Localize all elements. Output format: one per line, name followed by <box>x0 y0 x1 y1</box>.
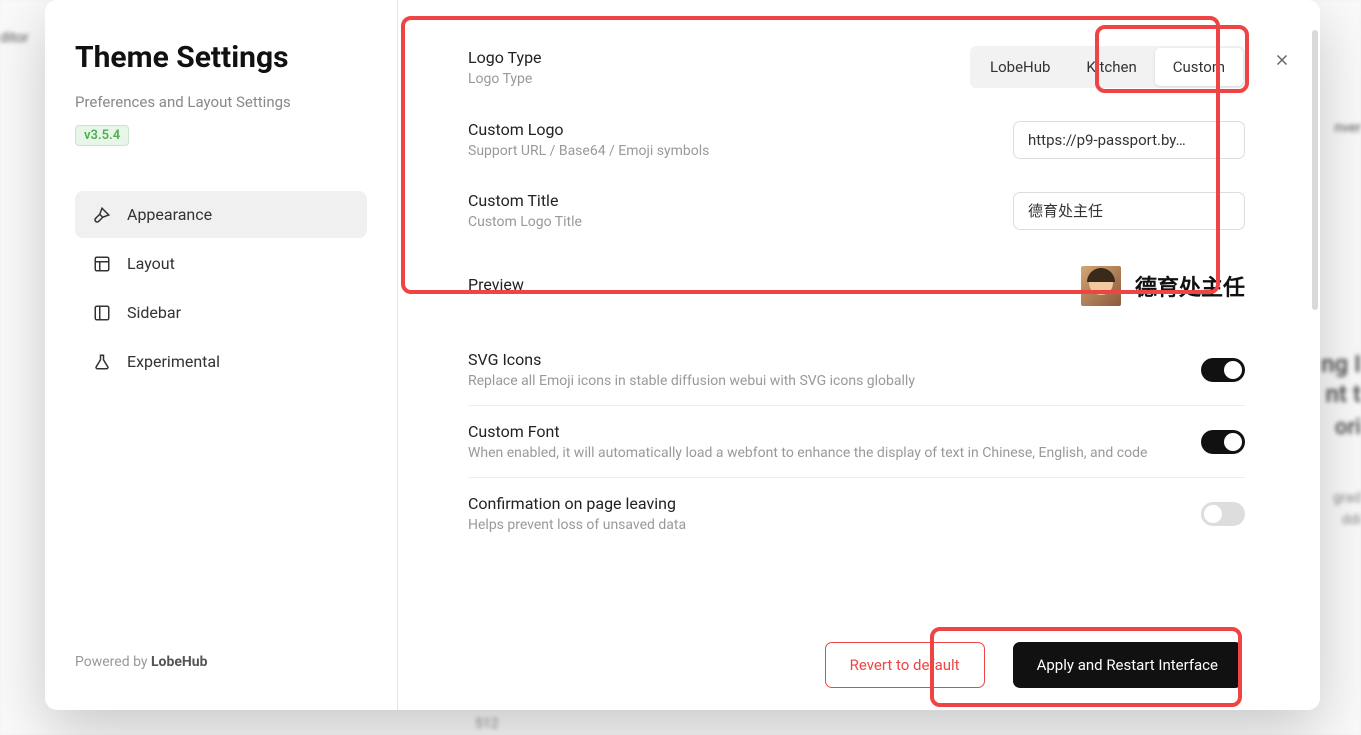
preview-content: 德育处主任 <box>1081 266 1245 306</box>
sidebar-title: Theme Settings <box>75 40 367 75</box>
setting-label: Confirmation on page leaving Helps preve… <box>468 494 1201 533</box>
close-button[interactable] <box>1270 48 1294 72</box>
setting-title: Confirmation on page leaving <box>468 494 1201 513</box>
footer-actions: Revert to default Apply and Restart Inte… <box>825 642 1242 688</box>
modal-sidebar: Theme Settings Preferences and Layout Se… <box>45 0 398 710</box>
scrollbar[interactable] <box>1312 30 1318 310</box>
nav-item-experimental[interactable]: Experimental <box>75 338 367 385</box>
bg-text: nt t <box>1326 380 1361 408</box>
setting-title: Logo Type <box>468 48 970 67</box>
bg-text: 512 <box>475 716 499 732</box>
custom-title-input[interactable] <box>1013 192 1245 230</box>
setting-label: Custom Logo Support URL / Base64 / Emoji… <box>468 120 1013 159</box>
powered-by-text: Powered by <box>75 654 151 670</box>
setting-title: Custom Title <box>468 191 1013 210</box>
segmented-option-kitchen[interactable]: Kitchen <box>1068 48 1154 86</box>
bg-text: nver <box>1334 120 1361 136</box>
bg-text: grad <box>1333 490 1361 506</box>
apply-button[interactable]: Apply and Restart Interface <box>1013 642 1242 688</box>
setting-desc: Replace all Emoji icons in stable diffus… <box>468 373 1201 389</box>
settings-group: Logo Type Logo Type LobeHub Kitchen Cust… <box>398 0 1320 559</box>
custom-logo-input[interactable] <box>1013 121 1245 159</box>
preview-avatar <box>1081 266 1121 306</box>
setting-custom-logo: Custom Logo Support URL / Base64 / Emoji… <box>468 104 1245 175</box>
setting-title: Custom Font <box>468 422 1148 441</box>
bg-text: ditor <box>0 30 28 46</box>
preview-label: Preview <box>468 275 524 294</box>
setting-desc: Custom Logo Title <box>468 214 1013 230</box>
modal-content: Logo Type Logo Type LobeHub Kitchen Cust… <box>398 0 1320 710</box>
layout-icon <box>93 255 111 273</box>
setting-desc: Logo Type <box>468 71 970 87</box>
setting-logo-type: Logo Type Logo Type LobeHub Kitchen Cust… <box>468 30 1245 104</box>
setting-label: Logo Type Logo Type <box>468 48 970 87</box>
revert-button[interactable]: Revert to default <box>825 642 985 688</box>
sidebar-footer: Powered by LobeHub <box>75 654 367 670</box>
bg-text: ddi <box>1342 512 1361 528</box>
powered-by-brand: LobeHub <box>151 654 208 670</box>
setting-desc: Helps prevent loss of unsaved data <box>468 517 1201 533</box>
setting-svg-icons: SVG Icons Replace all Emoji icons in sta… <box>468 322 1245 406</box>
bg-text: ng I <box>1321 350 1361 378</box>
toggle-knob <box>1204 505 1222 523</box>
nav-list: Appearance Layout Sidebar Experimental <box>75 191 367 387</box>
segmented-option-lobehub[interactable]: LobeHub <box>972 48 1068 86</box>
setting-custom-title: Custom Title Custom Logo Title <box>468 175 1245 246</box>
setting-label: Custom Font When enabled, it will automa… <box>468 422 1148 461</box>
toggle-knob <box>1224 433 1242 451</box>
nav-item-label: Experimental <box>127 352 220 371</box>
theme-settings-modal: Theme Settings Preferences and Layout Se… <box>45 0 1320 710</box>
sidebar-subtitle: Preferences and Layout Settings <box>75 93 367 111</box>
setting-desc: When enabled, it will automatically load… <box>468 445 1148 461</box>
nav-item-appearance[interactable]: Appearance <box>75 191 367 238</box>
toggle-knob <box>1224 361 1242 379</box>
setting-title: Custom Logo <box>468 120 1013 139</box>
custom-font-toggle[interactable] <box>1201 430 1245 454</box>
confirmation-toggle[interactable] <box>1201 502 1245 526</box>
brush-icon <box>93 206 111 224</box>
setting-preview: Preview 德育处主任 <box>468 246 1245 322</box>
segmented-option-custom[interactable]: Custom <box>1155 48 1243 86</box>
svg-icons-toggle[interactable] <box>1201 358 1245 382</box>
setting-label: Custom Title Custom Logo Title <box>468 191 1013 230</box>
nav-item-sidebar[interactable]: Sidebar <box>75 289 367 336</box>
setting-title: SVG Icons <box>468 350 1201 369</box>
setting-desc: Support URL / Base64 / Emoji symbols <box>468 143 1013 159</box>
preview-title-text: 德育处主任 <box>1135 270 1245 302</box>
bg-text: ori <box>1335 415 1361 440</box>
setting-custom-font: Custom Font When enabled, it will automa… <box>468 406 1245 478</box>
logo-type-segmented: LobeHub Kitchen Custom <box>970 46 1245 88</box>
nav-item-layout[interactable]: Layout <box>75 240 367 287</box>
setting-confirmation: Confirmation on page leaving Helps preve… <box>468 478 1245 549</box>
sidebar-icon <box>93 304 111 322</box>
flask-icon <box>93 353 111 371</box>
close-icon <box>1273 51 1291 69</box>
nav-item-label: Layout <box>127 254 175 273</box>
nav-item-label: Appearance <box>127 205 212 224</box>
setting-label: SVG Icons Replace all Emoji icons in sta… <box>468 350 1201 389</box>
version-badge: v3.5.4 <box>75 125 129 146</box>
nav-item-label: Sidebar <box>127 303 181 322</box>
